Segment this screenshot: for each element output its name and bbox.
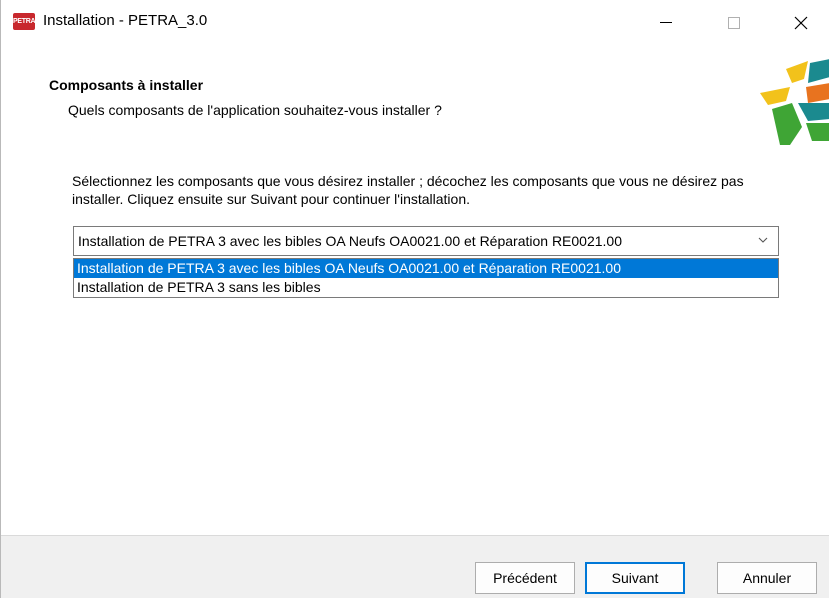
wizard-footer: Précédent Suivant Annuler xyxy=(1,536,829,598)
maximize-button[interactable] xyxy=(710,0,758,45)
components-dropdown-list: Installation de PETRA 3 avec les bibles … xyxy=(73,258,779,298)
maximize-icon xyxy=(728,16,740,29)
wizard-header: Composants à installer Quels composants … xyxy=(1,45,829,145)
cancel-button[interactable]: Annuler xyxy=(717,562,817,594)
title-bar: PETRA Installation - PETRA_3.0 xyxy=(1,0,829,45)
chevron-down-icon xyxy=(758,237,768,243)
close-button[interactable] xyxy=(777,0,825,45)
installer-window: PETRA Installation - PETRA_3.0 Composant… xyxy=(0,0,829,598)
minimize-button[interactable] xyxy=(642,0,690,45)
components-select-value: Installation de PETRA 3 avec les bibles … xyxy=(78,233,622,249)
page-subtitle: Quels composants de l'application souhai… xyxy=(68,102,442,118)
window-title: Installation - PETRA_3.0 xyxy=(43,12,208,29)
page-title: Composants à installer xyxy=(49,77,204,93)
dropdown-option-with-bibles[interactable]: Installation de PETRA 3 avec les bibles … xyxy=(74,259,778,278)
petra-logo-icon xyxy=(760,59,829,145)
instructions-text: Sélectionnez les composants que vous dés… xyxy=(72,173,744,207)
close-icon xyxy=(794,16,808,29)
minimize-icon xyxy=(660,22,672,23)
components-select[interactable]: Installation de PETRA 3 avec les bibles … xyxy=(73,226,779,256)
petra-app-icon: PETRA xyxy=(13,13,36,30)
previous-button[interactable]: Précédent xyxy=(475,562,575,594)
dropdown-option-without-bibles[interactable]: Installation de PETRA 3 sans les bibles xyxy=(74,278,778,297)
next-button[interactable]: Suivant xyxy=(585,562,685,594)
